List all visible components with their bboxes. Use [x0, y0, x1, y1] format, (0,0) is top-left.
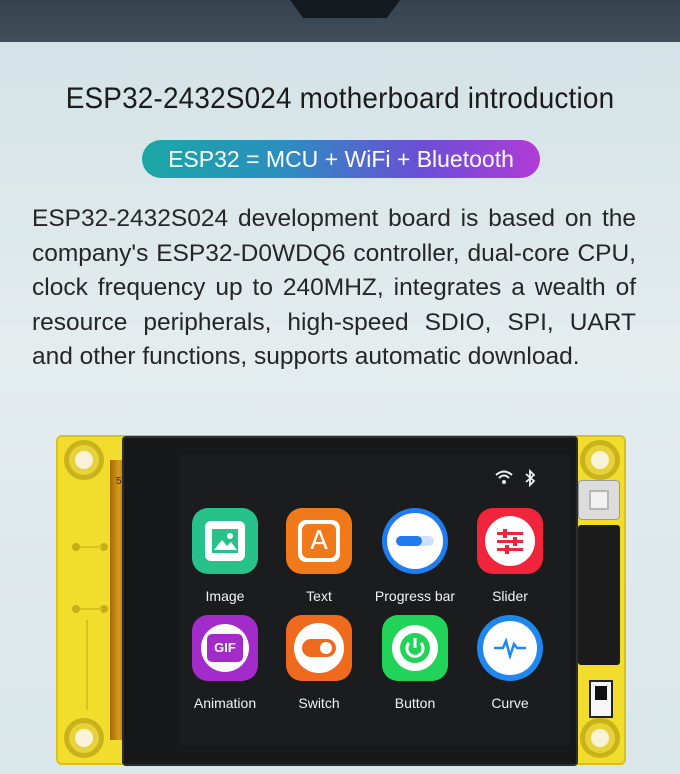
pcb-marking: 5 [116, 476, 122, 487]
text-icon: A [286, 508, 352, 574]
pcb-pad [72, 543, 80, 551]
lcd-screen: Image A Text Progress bar Slider GIF Ani… [180, 455, 570, 745]
pcb-trace [80, 546, 102, 548]
mount-hole-bottom-right [580, 718, 620, 758]
app-curve[interactable]: Curve [465, 615, 555, 711]
curve-icon [477, 615, 543, 681]
top-banner [0, 0, 680, 42]
image-icon [192, 508, 258, 574]
app-switch[interactable]: Switch [274, 615, 364, 711]
page-title: ESP32-2432S024 motherboard introduction [65, 82, 615, 115]
mount-hole-top-left [64, 440, 104, 480]
bluetooth-icon [524, 468, 536, 492]
app-label: Animation [193, 695, 257, 711]
app-label: Progress bar [374, 588, 456, 604]
side-component [578, 525, 620, 665]
app-label: Slider [492, 588, 528, 604]
app-label: Image [205, 588, 245, 604]
slide-switch [589, 680, 613, 718]
switch-icon [286, 615, 352, 681]
progress-bar-icon [382, 508, 448, 574]
pcb-trace [86, 620, 88, 710]
slider-icon [477, 508, 543, 574]
app-button[interactable]: Button [370, 615, 460, 711]
app-progress-bar[interactable]: Progress bar [370, 508, 460, 604]
mount-hole-top-right [580, 440, 620, 480]
wifi-icon [494, 469, 514, 492]
mount-hole-bottom-left [64, 718, 104, 758]
pcb-trace [80, 608, 102, 610]
app-label: Button [394, 695, 436, 711]
pcb-pad [72, 605, 80, 613]
gif-icon: GIF [192, 615, 258, 681]
app-slider[interactable]: Slider [465, 508, 555, 604]
description-paragraph: ESP32-2432S024 development board is base… [32, 205, 636, 371]
status-bar [494, 468, 536, 492]
app-label: Text [306, 588, 332, 604]
banner-notch [290, 0, 400, 18]
app-label: Switch [298, 695, 340, 711]
app-image[interactable]: Image [180, 508, 270, 604]
app-label: Curve [491, 695, 529, 711]
rgb-led [578, 480, 620, 520]
app-text[interactable]: A Text [274, 508, 364, 604]
feature-pill: ESP32 = MCU + WiFi + Bluetooth [142, 140, 540, 178]
app-animation[interactable]: GIF Animation [180, 615, 270, 711]
power-button-icon [382, 615, 448, 681]
